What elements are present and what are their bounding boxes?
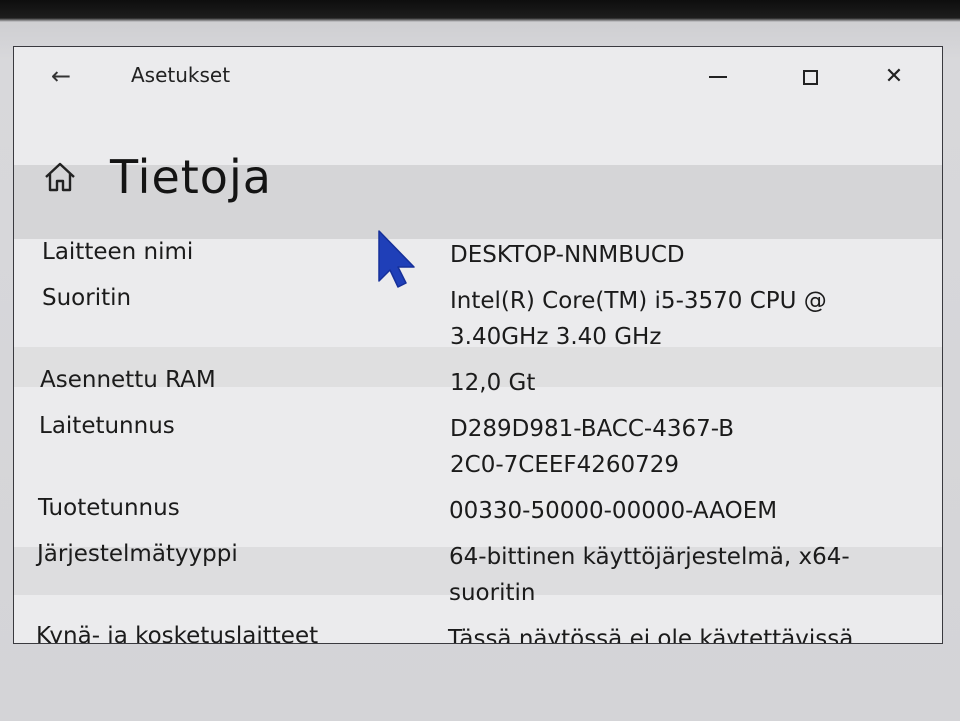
spec-value: Tässä näytössä ei ole käytettävissä (448, 626, 854, 644)
spec-label: Laitteen nimi (42, 239, 194, 265)
spec-label: Suoritin (42, 285, 132, 311)
maximize-button[interactable] (790, 59, 830, 95)
spec-value: 64-bittinen käyttöjärjestelmä, x64-suori… (449, 544, 850, 606)
back-button[interactable]: ← (44, 61, 78, 91)
spec-label: Kynä- ja kosketuslaitteet (36, 623, 319, 644)
mouse-pointer-icon (378, 230, 415, 288)
spec-value: 00330-50000-00000-AAOEM (449, 498, 778, 524)
close-button[interactable]: ✕ (874, 59, 914, 95)
spec-value: 12,0 Gt (450, 370, 536, 396)
spec-value: Intel(R) Core(TM) i5-3570 CPU @ 3.40GHz … (450, 288, 827, 350)
spec-label: Järjestelmätyyppi (37, 541, 238, 567)
back-arrow-icon: ← (50, 62, 72, 90)
app-title: Asetukset (131, 63, 231, 87)
spec-value: DESKTOP-NNMBUCD (450, 242, 685, 268)
settings-window: ← Asetukset ✕ Tietoja Laitteen nimi DESK… (13, 46, 943, 644)
page-header: Tietoja (42, 147, 272, 207)
maximize-icon (802, 69, 818, 85)
close-icon: ✕ (884, 64, 904, 89)
spec-label: Tuotetunnus (38, 495, 180, 521)
page-title: Tietoja (110, 150, 272, 204)
minimize-icon (709, 76, 727, 78)
spec-label: Laitetunnus (39, 413, 175, 439)
title-bar: ← Asetukset ✕ (14, 47, 942, 107)
photo-background: ← Asetukset ✕ Tietoja Laitteen nimi DESK… (0, 0, 960, 721)
spec-label: Asennettu RAM (40, 367, 216, 393)
minimize-button[interactable] (698, 59, 738, 95)
home-icon[interactable] (42, 159, 78, 195)
spec-value: D289D981-BACC-4367-B2C0-7CEEF4260729 (450, 416, 735, 478)
